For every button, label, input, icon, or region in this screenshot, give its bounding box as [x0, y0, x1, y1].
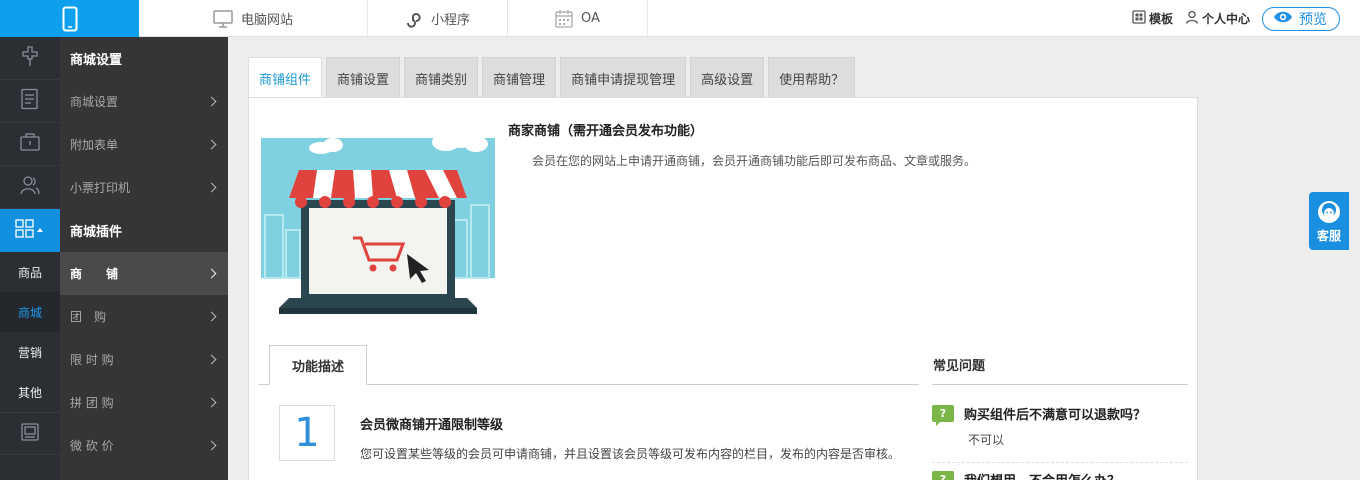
rail-apps[interactable]	[0, 209, 60, 252]
rail-shop[interactable]	[0, 123, 60, 166]
submenu-section-title: 商城设置	[70, 53, 123, 68]
rail-goods[interactable]: 商品	[0, 252, 60, 292]
mobile-phone-icon	[62, 6, 77, 31]
submenu-item-label: 微 砍 价	[70, 439, 114, 453]
mobile-site-button[interactable]	[0, 0, 139, 37]
tab-shop-categories[interactable]: 商铺类别	[404, 57, 479, 98]
top-nav-miniprogram[interactable]: 小程序	[368, 0, 508, 37]
service-agent-icon	[1318, 201, 1340, 223]
faq-answer: 不可以	[968, 433, 1005, 447]
submenu-item-label: 限 时 购	[70, 353, 114, 367]
shop-illustration	[261, 128, 495, 314]
rail-marketing[interactable]: 营销	[0, 332, 60, 372]
top-nav: 电脑网站 小程序 OA	[139, 0, 648, 37]
submenu-item-label: 商城设置	[70, 95, 119, 109]
monitor-icon	[213, 9, 233, 28]
rail-content[interactable]	[0, 80, 60, 123]
submenu-section-title: 商城插件	[70, 225, 123, 240]
content-panel: 商家商铺（需开通会员发布功能） 会员在您的网站上申请开通商铺，会员开通商铺功能后…	[248, 97, 1198, 480]
rail-members[interactable]	[0, 166, 60, 209]
chevron-right-icon	[206, 354, 217, 365]
submenu-item-shop[interactable]: 商 铺	[60, 252, 228, 295]
brush-tool-icon	[19, 45, 41, 71]
shop-tabs: 商铺组件 商铺设置 商铺类别 商铺管理 商铺申请提现管理 高级设置 使用帮助？	[248, 57, 856, 99]
grid-apps-icon	[15, 218, 45, 244]
top-right-actions: 模板 个人中心 预览	[1132, 0, 1340, 37]
chevron-right-icon	[206, 440, 217, 451]
top-nav-pc-site[interactable]: 电脑网站	[139, 0, 368, 37]
faq-question[interactable]: ? 购买组件后不满意可以退款吗？	[932, 404, 1147, 426]
submenu-panel: 商城设置 商城设置 附加表单 小票打印机 商城插件 商 铺 团 购 限 时 购 …	[60, 37, 228, 480]
rail-mall[interactable]: 商城	[0, 292, 60, 332]
preview-label: 预览	[1299, 11, 1327, 28]
icon-rail: 商品 商城 营销 其他	[0, 37, 60, 480]
user-icon	[1185, 10, 1199, 27]
preview-button[interactable]: 预览	[1262, 6, 1340, 31]
submenu-item-label: 商 铺	[70, 267, 119, 281]
submenu-item-label: 拼 团 购	[70, 396, 114, 410]
submenu-item-label: 附加表单	[70, 138, 119, 152]
top-nav-oa[interactable]: OA	[508, 0, 648, 37]
feature-title: 会员微商铺开通限制等级	[360, 418, 504, 433]
faq-divider	[932, 462, 1188, 463]
template-icon	[1132, 10, 1146, 27]
feature-number: 1	[279, 405, 335, 461]
chevron-right-icon	[206, 96, 217, 107]
document-icon	[20, 88, 40, 114]
miniprogram-icon	[405, 10, 423, 28]
rail-design[interactable]	[0, 37, 60, 80]
top-bar: 电脑网站 小程序 OA 模板 个人中心 预览	[0, 0, 1360, 37]
eye-icon	[1273, 10, 1293, 28]
tab-help[interactable]: 使用帮助？	[768, 57, 856, 98]
submenu-item-extra-form[interactable]: 附加表单	[60, 123, 228, 166]
submenu-item-label: 团 购	[70, 310, 107, 324]
chevron-right-icon	[206, 311, 217, 322]
user-center-label: 个人中心	[1201, 12, 1250, 26]
picture-frame-icon	[20, 422, 40, 446]
submenu-item-bargain[interactable]: 微 砍 价	[60, 424, 228, 467]
submenu-item-team-buy[interactable]: 拼 团 购	[60, 381, 228, 424]
question-bubble-icon: ?	[932, 471, 954, 480]
tab-withdrawal-management[interactable]: 商铺申请提现管理	[560, 57, 687, 98]
chevron-right-icon	[206, 139, 217, 150]
tab-shop-component[interactable]: 商铺组件	[248, 57, 323, 99]
template-link[interactable]: 模板	[1132, 10, 1173, 27]
function-tabbar: 功能描述	[259, 345, 919, 385]
top-nav-label: 小程序	[430, 13, 470, 28]
question-bubble-icon: ?	[932, 405, 954, 426]
briefcase-icon	[19, 132, 41, 156]
rail-media[interactable]	[0, 412, 60, 455]
submenu-item-flash-sale[interactable]: 限 时 购	[60, 338, 228, 381]
top-nav-label: 电脑网站	[240, 13, 293, 28]
submenu-item-receipt-printer[interactable]: 小票打印机	[60, 166, 228, 209]
chevron-right-icon	[206, 397, 217, 408]
template-label: 模板	[1148, 12, 1173, 26]
tab-shop-settings[interactable]: 商铺设置	[326, 57, 401, 98]
faq-question[interactable]: ? 我们想用，不会用怎么办？	[932, 470, 1120, 480]
feature-description: 您可设置某些等级的会员可申请商铺，并且设置该会员等级可发布内容的栏目，发布的内容…	[360, 447, 901, 461]
service-label: 客服	[1316, 229, 1341, 243]
faq-question-text: 我们想用，不会用怎么办？	[964, 470, 1120, 480]
hero-description: 会员在您的网站上申请开通商铺，会员开通商铺功能后即可发布商品、文章或服务。	[532, 154, 977, 168]
tab-function-description[interactable]: 功能描述	[269, 345, 367, 385]
faq-question-text: 购买组件后不满意可以退款吗？	[964, 408, 1147, 423]
top-nav-label: OA	[581, 11, 600, 26]
chevron-right-icon	[206, 182, 217, 193]
rail-other[interactable]: 其他	[0, 372, 60, 412]
user-center-link[interactable]: 个人中心	[1185, 10, 1250, 27]
tab-advanced-settings[interactable]: 高级设置	[690, 57, 765, 98]
tab-shop-management[interactable]: 商铺管理	[482, 57, 557, 98]
chevron-right-icon	[206, 268, 217, 279]
submenu-item-label: 小票打印机	[70, 181, 131, 195]
faq-title: 常见问题	[932, 345, 1188, 385]
submenu-item-group-buy[interactable]: 团 购	[60, 295, 228, 338]
calendar-icon	[555, 9, 573, 28]
users-icon	[19, 175, 41, 199]
customer-service-button[interactable]: 客服	[1309, 192, 1349, 250]
submenu-item-mall-settings[interactable]: 商城设置	[60, 80, 228, 123]
hero-title: 商家商铺（需开通会员发布功能）	[508, 124, 704, 139]
